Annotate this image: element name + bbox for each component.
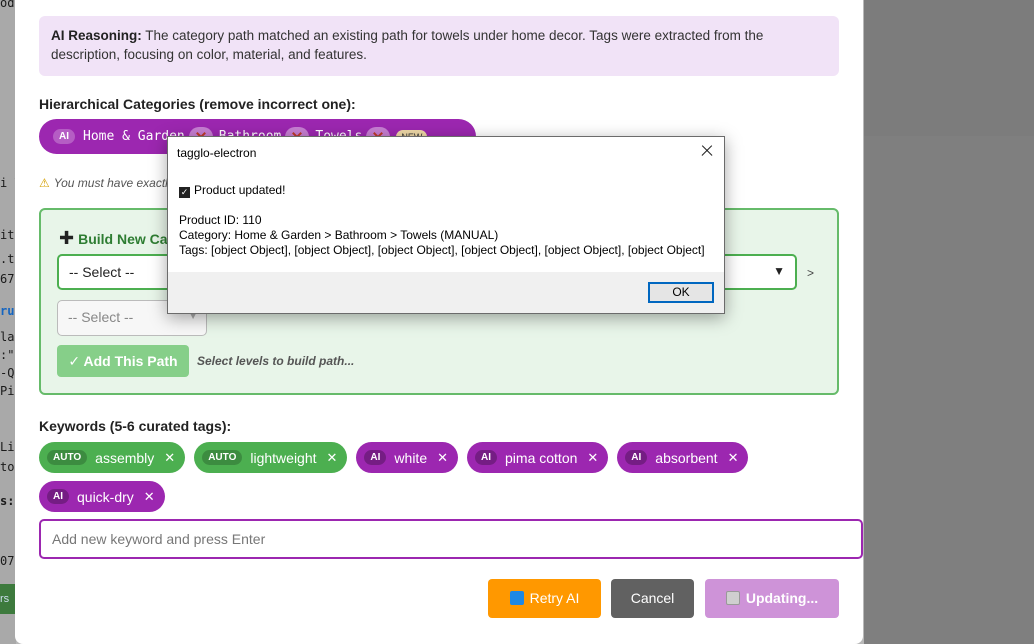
auto-badge: AUTO (202, 450, 243, 465)
save-icon (725, 591, 740, 605)
bg-fragment: od (0, 0, 15, 10)
keyword-chip: AI pima cotton ✕ (467, 442, 609, 473)
dialog-footer: OK (168, 272, 724, 313)
close-icon[interactable] (698, 142, 716, 160)
keyword-chip: AUTO assembly ✕ (39, 442, 186, 473)
remove-keyword-icon[interactable]: ✕ (437, 450, 448, 466)
remove-keyword-icon[interactable]: ✕ (164, 450, 175, 466)
ai-badge: AI (475, 450, 498, 465)
ai-badge: AI (47, 489, 69, 504)
plus-icon: ✚ (59, 228, 75, 248)
dialog-product-id: Product ID: 110 (179, 213, 262, 227)
keyword-chips-row: AI quick-dry ✕ (39, 481, 165, 512)
bg-fragment: i V (0, 176, 16, 190)
ai-badge: AI (53, 129, 75, 144)
background-left-strip: od i V iti .th 67 ru laf :" -Q Pi Li to … (0, 0, 16, 644)
dialog-tags: Tags: [object Object], [object Object], … (179, 243, 705, 257)
dialog-title: tagglo-electron (177, 146, 257, 160)
background-right-pane (864, 0, 1034, 644)
check-icon: ✓ (179, 187, 190, 198)
refresh-icon (509, 591, 524, 605)
keyword-label: lightweight (250, 449, 317, 466)
warning-icon: ⚠ (39, 176, 50, 190)
bg-fragment: s: (0, 494, 15, 508)
remove-keyword-icon[interactable]: ✕ (144, 489, 155, 505)
ai-reasoning-label: AI Reasoning: (51, 28, 142, 43)
auto-badge: AUTO (47, 450, 88, 465)
build-path-title: ✚ Build New Ca (59, 228, 168, 248)
bg-fragment: Li (0, 440, 15, 454)
remove-keyword-icon[interactable]: ✕ (327, 450, 338, 466)
category-warning: ⚠ You must have exactly (39, 176, 174, 190)
retry-ai-button[interactable]: Retry AI (488, 579, 601, 618)
edit-product-modal: AI Reasoning: The category path matched … (15, 0, 863, 644)
remove-keyword-icon[interactable]: ✕ (587, 450, 598, 466)
background-button-fragment: rs (0, 584, 16, 614)
keyword-label: absorbent (655, 449, 718, 466)
ok-button[interactable]: OK (648, 282, 714, 303)
bg-fragment: 07- (0, 554, 16, 568)
ai-badge: AI (625, 450, 648, 465)
bg-fragment: :" (0, 348, 15, 362)
keyword-chip: AI quick-dry ✕ (39, 481, 165, 512)
ai-reasoning-text: The category path matched an existing pa… (51, 28, 764, 62)
bg-fragment: ru (0, 304, 15, 318)
updating-button[interactable]: Updating... (705, 579, 839, 618)
path-separator: > (807, 266, 815, 280)
ai-badge: AI (364, 450, 387, 465)
bg-fragment: Pi (0, 384, 15, 398)
cancel-button[interactable]: Cancel (611, 579, 694, 618)
bg-fragment: to (0, 460, 15, 474)
keyword-label: assembly (95, 449, 155, 466)
keyword-chip: AI absorbent ✕ (617, 442, 749, 473)
dialog-message: ✓ Product updated! Product ID: 110 Catego… (179, 183, 705, 258)
categories-title: Hierarchical Categories (remove incorrec… (39, 96, 356, 112)
dialog-status: Product updated! (194, 183, 286, 197)
remove-keyword-icon[interactable]: ✕ (728, 450, 739, 466)
keyword-chips-row: AUTO assembly ✕ AUTO lightweight ✕ AI wh… (39, 442, 749, 473)
keywords-title: Keywords (5-6 curated tags): (39, 418, 232, 434)
bg-fragment: iti (0, 228, 16, 242)
keyword-input[interactable]: Add new keyword and press Enter (39, 519, 863, 559)
ai-reasoning-box: AI Reasoning: The category path matched … (39, 16, 839, 76)
keyword-chip: AI white ✕ (356, 442, 459, 473)
warning-text: You must have exactly (53, 176, 174, 190)
add-path-button[interactable]: ✓ Add This Path (57, 345, 189, 377)
keyword-label: pima cotton (505, 449, 578, 466)
build-path-hint: Select levels to build path... (197, 354, 355, 368)
keyword-chip: AUTO lightweight ✕ (194, 442, 348, 473)
keyword-label: quick-dry (77, 488, 134, 505)
dialog-category: Category: Home & Garden > Bathroom > Tow… (179, 228, 499, 242)
chevron-down-icon: ▼ (773, 264, 785, 278)
product-updated-dialog: tagglo-electron ✓ Product updated! Produc… (167, 136, 725, 314)
bg-fragment: -Q (0, 366, 15, 380)
keyword-label: white (394, 449, 428, 466)
bg-fragment: .th (0, 252, 16, 266)
bg-fragment: laf (0, 330, 16, 344)
bg-fragment: 67 (0, 272, 15, 286)
